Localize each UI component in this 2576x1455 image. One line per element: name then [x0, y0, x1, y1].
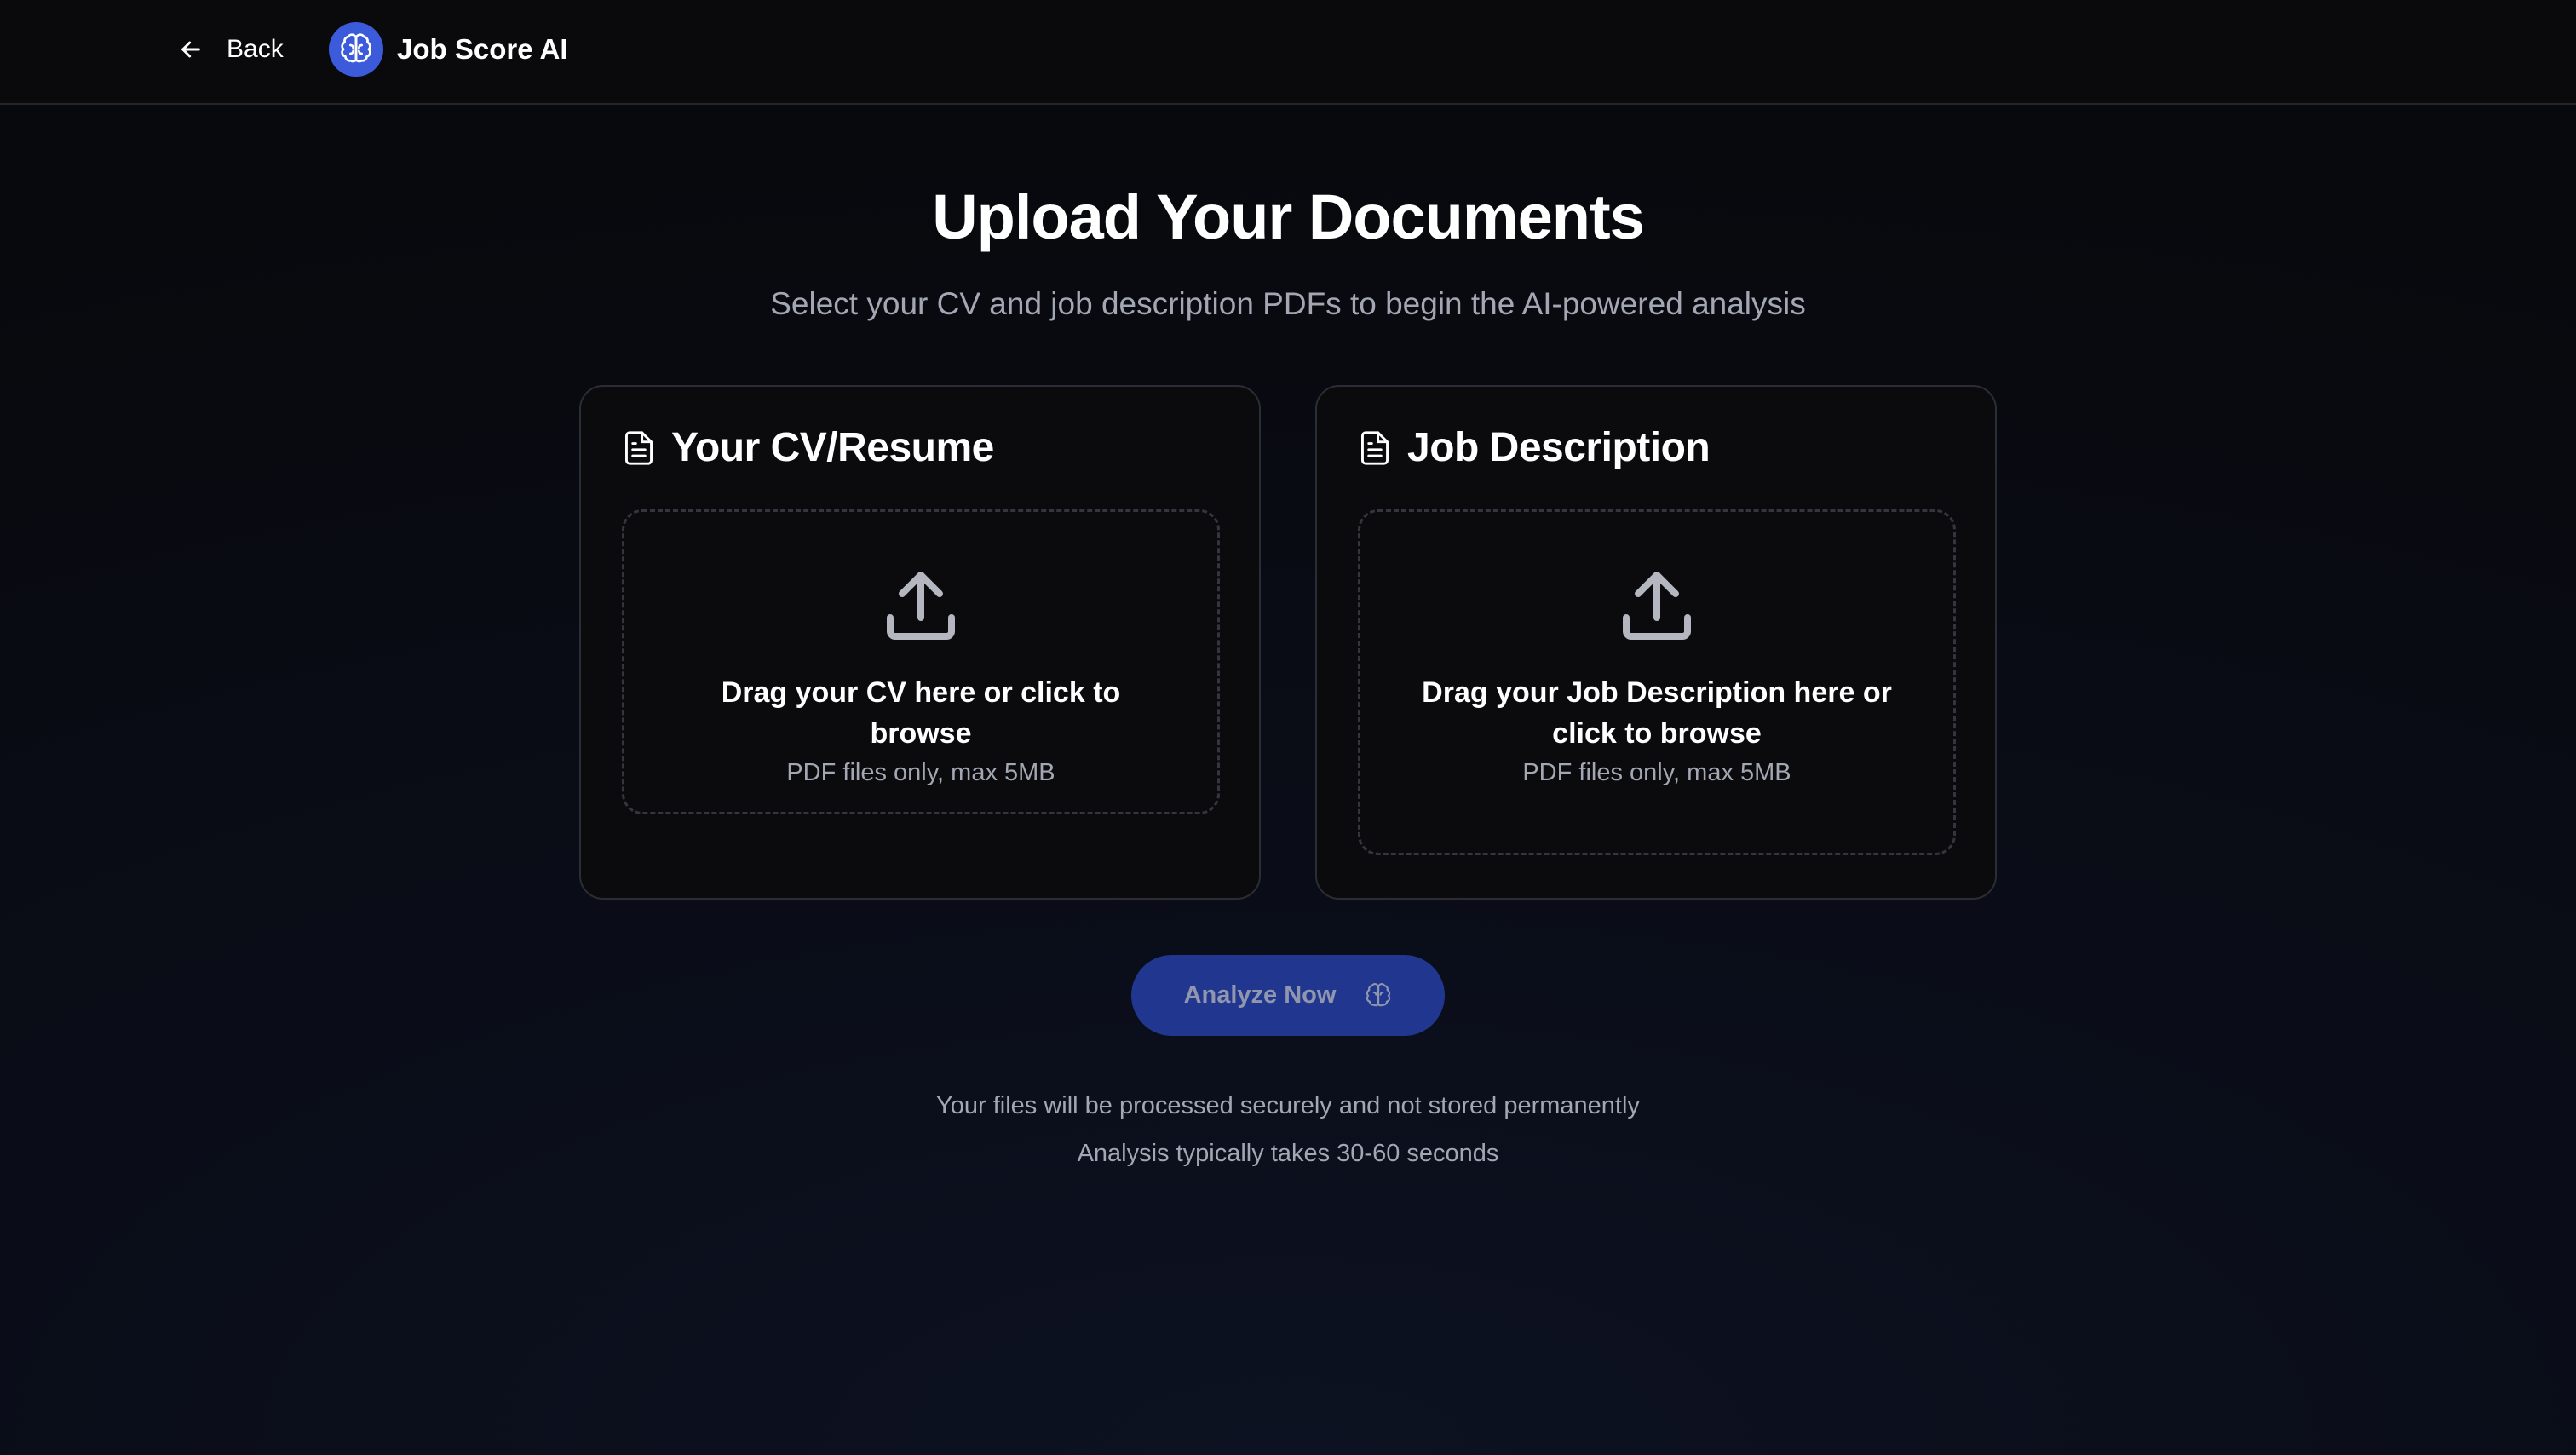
security-note: Your files will be processed securely an… [936, 1092, 1640, 1119]
cv-dropzone[interactable]: Drag your CV here or click to browse PDF… [622, 509, 1220, 814]
brain-icon [341, 33, 371, 63]
cv-upload-card: Your CV/Resume Drag your CV here or clic… [579, 385, 1261, 900]
card-header: Job Description [1360, 424, 1711, 471]
document-icon [1361, 430, 1389, 465]
back-button-label: Back [227, 35, 284, 63]
analyze-now-label: Analyze Now [1183, 981, 1337, 1009]
cv-card-title: Your CV/Resume [671, 425, 994, 470]
brand-logo [329, 22, 383, 77]
page-subtitle: Select your CV and job description PDFs … [770, 286, 1806, 321]
job-description-card-title: Job Description [1407, 425, 1711, 470]
brand: Job Score AI [329, 22, 568, 77]
arrow-left-icon [181, 41, 200, 58]
job-description-dropzone-text: Drag your Job Description here or click … [1422, 676, 1892, 750]
timing-note: Analysis typically takes 30-60 seconds [1077, 1140, 1499, 1167]
job-description-dropzone-hint: PDF files only, max 5MB [1522, 759, 1791, 786]
page-title: Upload Your Documents [932, 181, 1645, 252]
back-button[interactable]: Back [164, 24, 297, 75]
top-navigation-bar: Back Job Score AI [0, 0, 2576, 105]
job-description-dropzone[interactable]: Drag your Job Description here or click … [1358, 509, 1956, 855]
upload-icon [1623, 572, 1691, 640]
brand-title: Job Score AI [397, 33, 568, 65]
document-icon [625, 430, 653, 465]
brain-icon [1366, 982, 1391, 1006]
card-header: Your CV/Resume [624, 424, 994, 471]
cv-dropzone-hint: PDF files only, max 5MB [786, 759, 1055, 786]
job-description-upload-card: Job Description Drag your Job Descriptio… [1315, 385, 1997, 900]
cv-dropzone-text: Drag your CV here or click to browse [721, 676, 1121, 750]
upload-icon [887, 572, 955, 640]
analyze-now-button[interactable]: Analyze Now [1131, 955, 1445, 1036]
